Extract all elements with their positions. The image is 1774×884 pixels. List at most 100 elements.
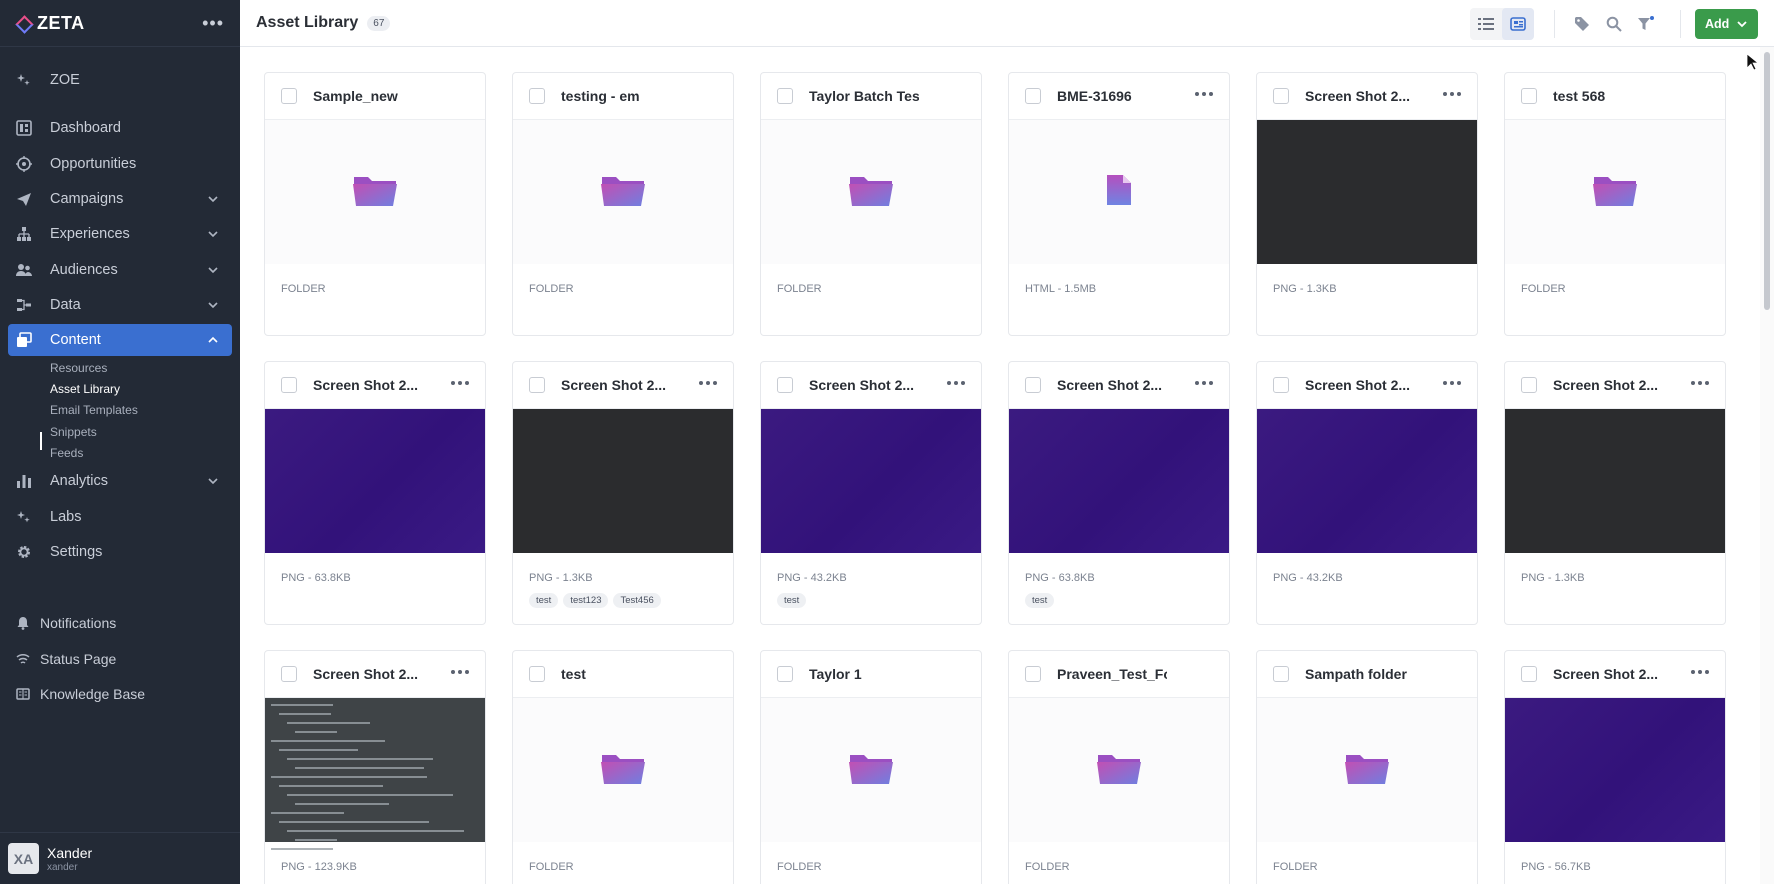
select-checkbox[interactable] — [1025, 88, 1041, 104]
asset-thumbnail[interactable] — [513, 698, 733, 842]
content-sub-item-asset-library[interactable]: Asset Library — [50, 382, 120, 396]
asset-title[interactable]: BME-31696 — [1057, 88, 1132, 104]
asset-thumbnail[interactable] — [265, 698, 485, 850]
asset-thumbnail[interactable] — [1257, 120, 1477, 264]
select-checkbox[interactable] — [529, 666, 545, 682]
asset-title[interactable]: Taylor Batch Test — [809, 88, 919, 104]
nav-item-labs[interactable]: Labs — [8, 501, 232, 533]
nav-item-audiences[interactable]: Audiences — [8, 254, 232, 286]
asset-title[interactable]: test — [561, 666, 586, 682]
scrollbar-thumb[interactable] — [1764, 52, 1770, 310]
select-checkbox[interactable] — [1521, 377, 1537, 393]
tag-chip[interactable]: test — [777, 593, 807, 608]
zeta-logo[interactable]: ZETA — [16, 13, 85, 34]
select-checkbox[interactable] — [1273, 88, 1289, 104]
asset-thumbnail[interactable] — [1257, 409, 1477, 553]
asset-thumbnail[interactable] — [265, 120, 485, 264]
select-checkbox[interactable] — [777, 377, 793, 393]
asset-title[interactable]: Screen Shot 2... — [1553, 666, 1658, 682]
select-checkbox[interactable] — [529, 377, 545, 393]
select-checkbox[interactable] — [1273, 377, 1289, 393]
asset-title[interactable]: Sampath folder — [1305, 666, 1407, 682]
more-options-icon[interactable] — [947, 381, 965, 387]
asset-thumbnail[interactable] — [761, 409, 981, 553]
asset-card[interactable]: Praveen_Test_Folder FOLDER — [1008, 650, 1230, 884]
select-checkbox[interactable] — [1025, 666, 1041, 682]
asset-title[interactable]: testing - em — [561, 88, 640, 104]
asset-thumbnail[interactable] — [265, 409, 485, 553]
asset-card[interactable]: Screen Shot 2... PNG - 43.2KB test — [760, 361, 982, 625]
select-checkbox[interactable] — [1521, 666, 1537, 682]
asset-title[interactable]: Screen Shot 2... — [809, 377, 914, 393]
tag-chip[interactable]: test — [529, 593, 559, 608]
asset-title[interactable]: Sample_new — [313, 88, 398, 104]
chevron-up-icon[interactable] — [206, 333, 220, 347]
select-checkbox[interactable] — [777, 88, 793, 104]
asset-card[interactable]: Screen Shot 2... PNG - 1.3KB — [1504, 361, 1726, 625]
select-checkbox[interactable] — [529, 88, 545, 104]
asset-card[interactable]: Screen Shot 2... PNG - 63.8KB test — [1008, 361, 1230, 625]
nav-item-campaigns[interactable]: Campaigns — [8, 183, 232, 215]
tag-chip[interactable]: Test456 — [613, 593, 661, 608]
select-checkbox[interactable] — [281, 88, 297, 104]
asset-thumbnail[interactable] — [1505, 409, 1725, 553]
asset-title[interactable]: Praveen_Test_Folder — [1057, 666, 1167, 682]
asset-card[interactable]: Taylor Batch Test FOLDER — [760, 72, 982, 336]
nav-item-settings[interactable]: Settings — [8, 536, 232, 568]
asset-title[interactable]: Screen Shot 2... — [313, 377, 418, 393]
nav-item-content[interactable]: Content — [8, 324, 232, 356]
asset-thumbnail[interactable] — [513, 409, 733, 553]
asset-thumbnail[interactable] — [1009, 120, 1229, 264]
nav-item-dashboard[interactable]: Dashboard — [8, 112, 232, 144]
select-checkbox[interactable] — [1521, 88, 1537, 104]
more-options-icon[interactable] — [1195, 92, 1213, 98]
asset-card[interactable]: Screen Shot 2... PNG - 1.3KB — [1256, 72, 1478, 336]
asset-thumbnail[interactable] — [761, 120, 981, 264]
content-sub-item-feeds[interactable]: Feeds — [50, 446, 83, 460]
tag-chip[interactable]: test — [1025, 593, 1055, 608]
asset-thumbnail[interactable] — [1505, 120, 1725, 264]
asset-thumbnail[interactable] — [1009, 698, 1229, 842]
dots-horizontal-icon[interactable]: ••• — [202, 13, 224, 34]
more-options-icon[interactable] — [1691, 670, 1709, 676]
asset-card[interactable]: Screen Shot 2... PNG - 56.7KB — [1504, 650, 1726, 884]
asset-title[interactable]: Screen Shot 2... — [1553, 377, 1658, 393]
chevron-down-icon[interactable] — [206, 298, 220, 312]
filter-icon[interactable] — [1636, 14, 1656, 34]
nav-item-zoe[interactable]: ZOE — [8, 64, 232, 96]
search-icon[interactable] — [1604, 14, 1624, 34]
content-sub-item-snippets[interactable]: Snippets — [50, 425, 97, 439]
chevron-down-icon[interactable] — [206, 192, 220, 206]
grid-view-button[interactable] — [1502, 8, 1534, 40]
asset-card[interactable]: Screen Shot 2... PNG - 123.9KB — [264, 650, 486, 884]
more-options-icon[interactable] — [1443, 381, 1461, 387]
asset-title[interactable]: Taylor 1 — [809, 666, 862, 682]
asset-thumbnail[interactable] — [513, 120, 733, 264]
asset-title[interactable]: Screen Shot 2... — [561, 377, 666, 393]
nav-item-experiences[interactable]: Experiences — [8, 218, 232, 250]
asset-title[interactable]: test 568 — [1553, 88, 1605, 104]
nav-item-analytics[interactable]: Analytics — [8, 465, 232, 497]
nav-item-opportunities[interactable]: Opportunities — [8, 148, 232, 180]
footer-item-status-page[interactable]: Status Page — [16, 651, 116, 667]
more-options-icon[interactable] — [451, 381, 469, 387]
select-checkbox[interactable] — [281, 666, 297, 682]
nav-item-data[interactable]: Data — [8, 289, 232, 321]
select-checkbox[interactable] — [281, 377, 297, 393]
asset-card[interactable]: testing - em FOLDER — [512, 72, 734, 336]
asset-card[interactable]: test 568 FOLDER — [1504, 72, 1726, 336]
tag-icon[interactable] — [1572, 14, 1592, 34]
asset-card[interactable]: BME-31696 HTML - 1.5MB — [1008, 72, 1230, 336]
chevron-down-icon[interactable] — [206, 474, 220, 488]
more-options-icon[interactable] — [1443, 92, 1461, 98]
content-sub-item-email-templates[interactable]: Email Templates — [50, 403, 138, 417]
asset-title[interactable]: Screen Shot 2... — [1305, 88, 1410, 104]
footer-item-notifications[interactable]: Notifications — [16, 615, 116, 631]
asset-thumbnail[interactable] — [1257, 698, 1477, 842]
asset-card[interactable]: Sample_new FOLDER — [264, 72, 486, 336]
select-checkbox[interactable] — [777, 666, 793, 682]
more-options-icon[interactable] — [699, 381, 717, 387]
asset-card[interactable]: Screen Shot 2... PNG - 63.8KB — [264, 361, 486, 625]
user-profile[interactable]: XA Xander xander — [0, 832, 240, 884]
select-checkbox[interactable] — [1273, 666, 1289, 682]
